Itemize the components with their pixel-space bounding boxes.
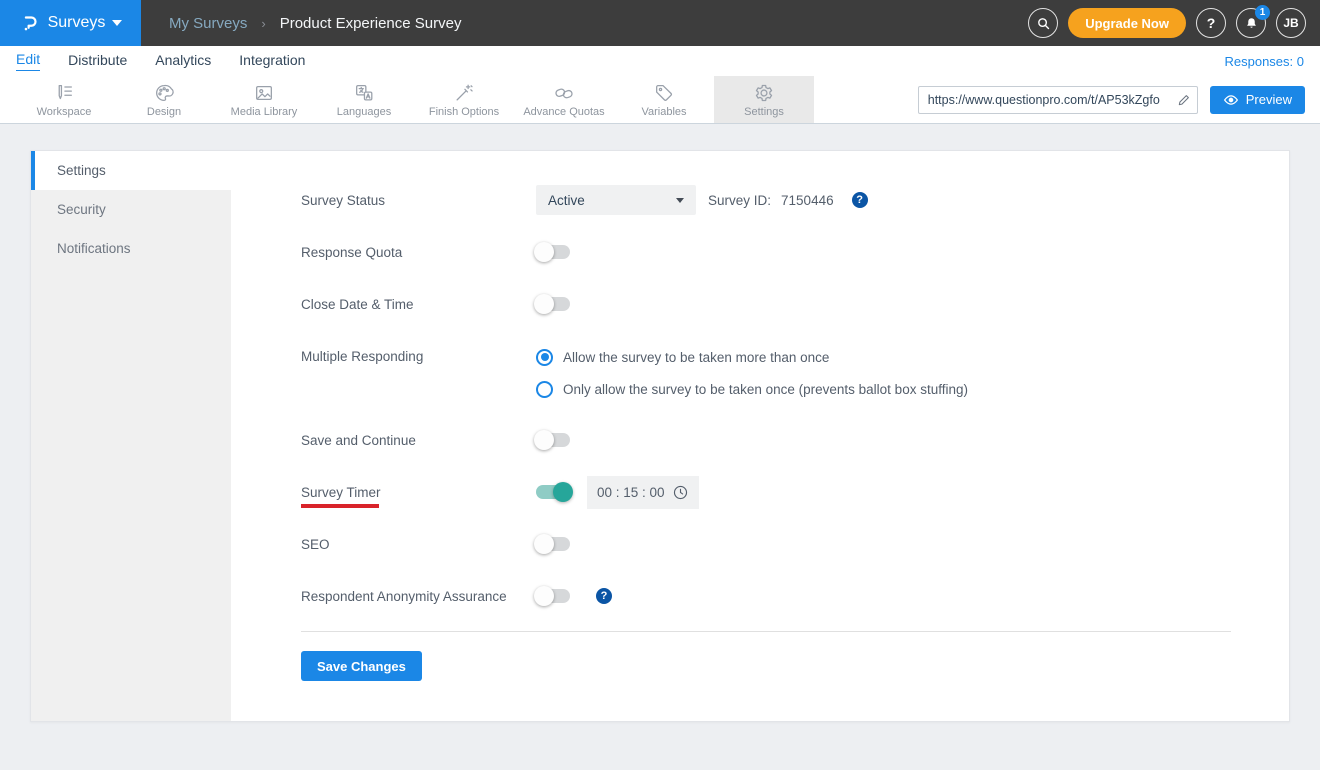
- form-divider: [301, 631, 1231, 632]
- upgrade-now-button[interactable]: Upgrade Now: [1068, 8, 1186, 38]
- survey-id-label: Survey ID:: [708, 192, 772, 208]
- sidebar-item-notifications[interactable]: Notifications: [31, 229, 231, 268]
- response-quota-toggle[interactable]: [534, 242, 570, 262]
- multiple-responding-options: Allow the survey to be taken more than o…: [536, 330, 968, 405]
- save-changes-button[interactable]: Save Changes: [301, 651, 422, 681]
- help-button[interactable]: ?: [1196, 8, 1226, 38]
- clock-icon: [672, 484, 689, 501]
- edit-toolbar: Workspace Design Media Library Languages…: [0, 76, 1320, 124]
- product-switcher[interactable]: Surveys: [0, 0, 141, 46]
- save-and-continue-label: Save and Continue: [301, 432, 416, 448]
- row-save-and-continue: Save and Continue: [301, 414, 1231, 466]
- tab-edit[interactable]: Edit: [16, 51, 41, 71]
- toolbar-item-settings[interactable]: Settings: [714, 76, 814, 123]
- eye-icon: [1223, 92, 1239, 108]
- survey-timer-toggle[interactable]: [536, 482, 573, 502]
- toolbar-item-variables[interactable]: Variables: [614, 76, 714, 123]
- top-bar: Surveys My Surveys › Product Experience …: [0, 0, 1320, 46]
- toggle-knob: [534, 294, 554, 314]
- survey-url-field: [917, 85, 1198, 114]
- breadcrumb-current-survey: Product Experience Survey: [279, 14, 462, 32]
- chevron-down-icon: [676, 197, 684, 203]
- edit-url-pencil-icon[interactable]: [1171, 87, 1197, 113]
- search-button[interactable]: [1028, 8, 1059, 38]
- responses-count[interactable]: Responses: 0: [1225, 54, 1305, 69]
- breadcrumb-separator-icon: ›: [261, 15, 266, 31]
- search-icon: [1036, 16, 1051, 31]
- main-nav: Edit Distribute Analytics Integration Re…: [0, 46, 1320, 76]
- question-mark-icon: ?: [1206, 15, 1216, 31]
- row-survey-timer: Survey Timer 00 : 15 : 00: [301, 466, 1231, 518]
- toolbar-item-workspace[interactable]: Workspace: [14, 76, 114, 123]
- toggle-knob: [534, 534, 554, 554]
- row-response-quota: Response Quota: [301, 226, 1231, 278]
- settings-sidebar: Settings Security Notifications: [31, 151, 231, 721]
- tab-analytics[interactable]: Analytics: [155, 52, 211, 71]
- image-icon: [253, 82, 275, 104]
- row-close-date: Close Date & Time: [301, 278, 1231, 330]
- toolbar-item-advance-quotas[interactable]: Advance Quotas: [514, 76, 614, 123]
- multiple-responding-label: Multiple Responding: [301, 349, 424, 364]
- tag-icon: [653, 82, 675, 104]
- avatar-initials: JB: [1283, 16, 1299, 30]
- questionpro-logo-icon: [19, 12, 41, 34]
- seo-toggle[interactable]: [534, 534, 570, 554]
- row-survey-status: Survey Status Active Survey ID: 7150446 …: [301, 174, 1231, 226]
- row-multiple-responding: Multiple Responding Allow the survey to …: [301, 330, 1231, 414]
- palette-icon: [153, 82, 175, 104]
- toolbar-item-languages[interactable]: Languages: [314, 76, 414, 123]
- breadcrumb: My Surveys › Product Experience Survey: [169, 15, 461, 32]
- gear-icon: [753, 82, 775, 104]
- toggle-knob: [534, 242, 554, 262]
- survey-id-help-icon[interactable]: ?: [851, 192, 868, 208]
- row-respondent-anonymity: Respondent Anonymity Assurance ?: [301, 570, 1231, 622]
- toolbar-item-design[interactable]: Design: [114, 76, 214, 123]
- avatar[interactable]: JB: [1276, 8, 1306, 38]
- survey-timer-duration-field[interactable]: 00 : 15 : 00: [587, 475, 699, 509]
- radio-option-multiple-allowed[interactable]: Allow the survey to be taken more than o…: [536, 341, 968, 373]
- radio-unselected-icon: [536, 380, 553, 398]
- sidebar-item-security[interactable]: Security: [31, 190, 231, 229]
- seo-label: SEO: [301, 536, 330, 552]
- pencil-lines-icon: [53, 82, 75, 104]
- magic-wand-icon: [453, 82, 475, 104]
- timer-value: 00 : 15 : 00: [597, 484, 665, 500]
- radio-selected-icon: [536, 348, 553, 366]
- toggle-knob: [553, 482, 573, 502]
- chevron-down-icon: [112, 20, 123, 26]
- survey-status-label: Survey Status: [301, 192, 386, 208]
- sidebar-item-settings[interactable]: Settings: [31, 151, 231, 190]
- row-seo: SEO: [301, 518, 1231, 570]
- tab-integration[interactable]: Integration: [239, 52, 305, 71]
- radio-option-once-only[interactable]: Only allow the survey to be taken once (…: [536, 373, 968, 405]
- toggle-knob: [534, 430, 554, 450]
- toolbar-item-finish-options[interactable]: Finish Options: [414, 76, 514, 123]
- preview-button[interactable]: Preview: [1209, 85, 1305, 114]
- survey-timer-label: Survey Timer: [301, 485, 536, 508]
- breadcrumb-my-surveys[interactable]: My Surveys: [169, 15, 247, 32]
- red-highlight-underline: [301, 504, 379, 508]
- product-name: Surveys: [47, 14, 106, 31]
- topbar-actions: Upgrade Now ? 1 JB: [1028, 5, 1320, 38]
- tab-distribute[interactable]: Distribute: [68, 52, 127, 71]
- close-date-label: Close Date & Time: [301, 296, 414, 312]
- response-quota-label: Response Quota: [301, 244, 403, 260]
- survey-id-value: 7150446: [781, 192, 834, 208]
- toolbar-item-media-library[interactable]: Media Library: [214, 76, 314, 123]
- save-and-continue-toggle[interactable]: [534, 430, 570, 450]
- survey-status-select[interactable]: Active: [536, 185, 696, 215]
- respondent-anonymity-toggle[interactable]: [534, 586, 570, 606]
- close-date-toggle[interactable]: [534, 294, 570, 314]
- respondent-anonymity-label: Respondent Anonymity Assurance: [301, 588, 507, 604]
- notification-badge: 1: [1255, 5, 1270, 20]
- toggle-knob: [534, 586, 554, 606]
- translate-icon: [353, 82, 375, 104]
- notifications-button[interactable]: 1: [1236, 5, 1270, 38]
- survey-url-input[interactable]: [918, 92, 1171, 107]
- settings-panel: Settings Security Notifications Survey S…: [30, 150, 1290, 722]
- respondent-anonymity-help-icon[interactable]: ?: [596, 588, 612, 604]
- survey-status-value: Active: [548, 192, 585, 208]
- chain-links-icon: [553, 82, 575, 104]
- settings-form: Survey Status Active Survey ID: 7150446 …: [301, 174, 1231, 681]
